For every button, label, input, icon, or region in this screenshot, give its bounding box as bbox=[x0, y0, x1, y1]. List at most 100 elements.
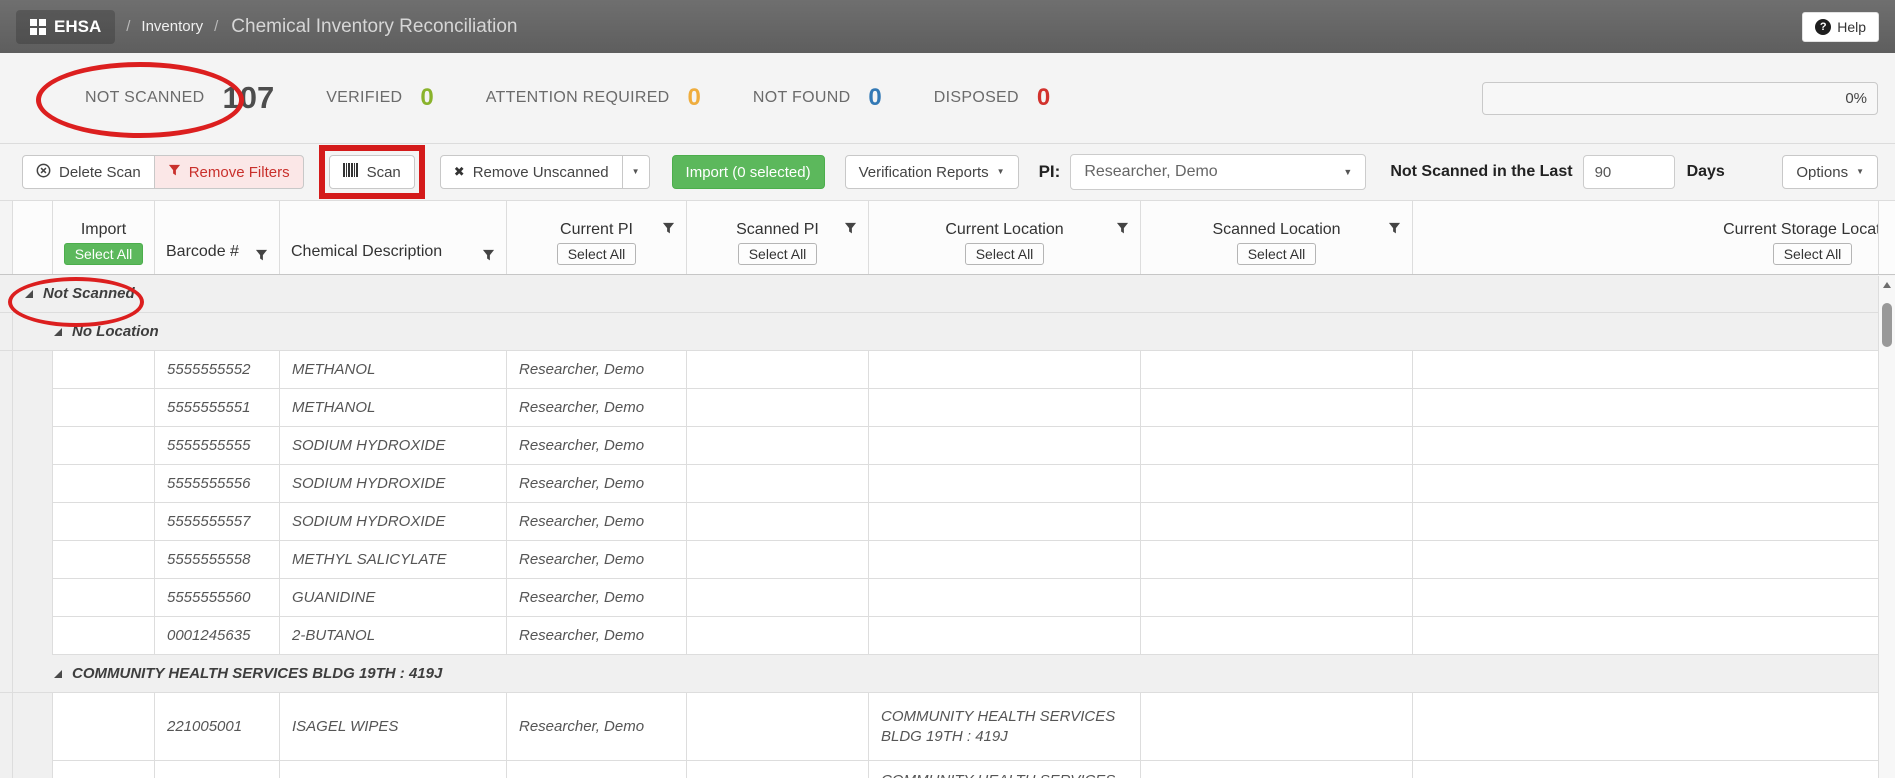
row-indent-cell bbox=[13, 427, 53, 465]
group-label: COMMUNITY HEALTH SERVICES BLDG 19TH : 41… bbox=[72, 665, 443, 682]
barcode-icon bbox=[342, 163, 359, 181]
grid-body: Not Scanned No Location 5555555552 METHANOL… bbox=[0, 275, 1878, 778]
cell-current-pi: Researcher, Demo bbox=[507, 465, 687, 503]
stat-value: 0 bbox=[868, 84, 882, 111]
table-row[interactable]: 5555555555 SODIUM HYDROXIDE Researcher, De… bbox=[0, 427, 1878, 465]
brand-text: EHSA bbox=[54, 16, 102, 36]
table-row[interactable]: 5555555558 METHYL SALICYLATE Researcher, D… bbox=[0, 541, 1878, 579]
column-header-label: Scanned PI bbox=[736, 221, 819, 238]
stat-not-found: NOT FOUND 0 bbox=[753, 84, 882, 112]
cell-scanned-pi bbox=[687, 465, 869, 503]
remove-unscanned-label: Remove Unscanned bbox=[472, 163, 609, 181]
row-indent-cell bbox=[0, 503, 13, 541]
app-logo[interactable]: EHSA bbox=[16, 9, 116, 44]
cell-current-storage bbox=[1413, 351, 1878, 389]
cell-current-pi: Researcher, Demo bbox=[507, 693, 687, 761]
not-scanned-in-last-label: Not Scanned in the Last bbox=[1390, 163, 1573, 180]
verification-reports-button[interactable]: Verification Reports ▼ bbox=[844, 155, 1019, 189]
scan-button[interactable]: Scan bbox=[328, 155, 415, 189]
scroll-up-button[interactable] bbox=[1879, 276, 1895, 293]
cell-current-storage bbox=[1413, 389, 1878, 427]
cell-scanned-location bbox=[1141, 693, 1413, 761]
group-indent-cell bbox=[0, 655, 13, 692]
cell-barcode: 221005001 bbox=[155, 693, 280, 761]
table-row[interactable]: 5555555552 METHANOL Researcher, Demo bbox=[0, 351, 1878, 389]
filter-icon[interactable] bbox=[1388, 222, 1401, 235]
filter-icon[interactable] bbox=[482, 249, 495, 262]
cell-barcode: 5555555551 bbox=[155, 389, 280, 427]
group-row-not-scanned[interactable]: Not Scanned bbox=[0, 275, 1878, 313]
cell-current-pi: Researcher, Demo bbox=[507, 503, 687, 541]
chevron-down-icon: ▼ bbox=[996, 167, 1005, 176]
select-all-import[interactable]: Select All bbox=[63, 243, 144, 265]
table-row[interactable]: 0001245635 2-BUTANOL Researcher, Demo bbox=[0, 617, 1878, 655]
table-row[interactable]: 5555555560 GUANIDINE Researcher, Demo bbox=[0, 579, 1878, 617]
group-row-location-0[interactable]: No Location bbox=[0, 313, 1878, 351]
help-button[interactable]: ? Help bbox=[1802, 11, 1879, 42]
help-label: Help bbox=[1837, 18, 1866, 35]
filter-icon[interactable] bbox=[844, 222, 857, 235]
cell-current-pi: Researcher, Demo bbox=[507, 427, 687, 465]
remove-unscanned-button[interactable]: ✖ Remove Unscanned bbox=[439, 155, 623, 189]
cell-scanned-pi bbox=[687, 693, 869, 761]
cell-scanned-pi bbox=[687, 427, 869, 465]
table-row[interactable]: 5555555556 SODIUM HYDROXIDE Researcher, De… bbox=[0, 465, 1878, 503]
cell-current-storage bbox=[1413, 579, 1878, 617]
cell-current-pi: Researcher, Demo bbox=[507, 389, 687, 427]
cell-scanned-pi bbox=[687, 761, 869, 778]
collapse-icon[interactable] bbox=[53, 669, 63, 679]
group-indent-cell bbox=[0, 313, 13, 350]
column-header-import: Import Select All bbox=[53, 201, 155, 274]
column-header-current-pi: Current PI Select All bbox=[507, 201, 687, 274]
import-button[interactable]: Import (0 selected) bbox=[671, 155, 825, 189]
options-button[interactable]: Options ▼ bbox=[1782, 155, 1878, 189]
pi-select[interactable]: Researcher, Demo ▼ bbox=[1070, 154, 1367, 190]
column-header-scanned-pi: Scanned PI Select All bbox=[687, 201, 869, 274]
table-row[interactable]: 5555555551 METHANOL Researcher, Demo bbox=[0, 389, 1878, 427]
scrollbar-thumb[interactable] bbox=[1882, 303, 1892, 347]
column-header-label: Chemical Description bbox=[291, 243, 443, 260]
column-header-current-storage: Current Storage Location Select All bbox=[1413, 201, 1878, 274]
group-indent-column bbox=[0, 201, 13, 274]
table-row[interactable]: 221005001 ISAGEL WIPES Researcher, Demo COM… bbox=[0, 693, 1878, 761]
group-label: Not Scanned bbox=[43, 285, 135, 302]
column-header-barcode: Barcode # bbox=[155, 201, 280, 274]
cell-scanned-pi bbox=[687, 389, 869, 427]
vertical-scrollbar[interactable] bbox=[1878, 276, 1895, 778]
filter-icon[interactable] bbox=[255, 249, 268, 262]
row-indent-cell bbox=[13, 503, 53, 541]
column-header-scanned-location: Scanned Location Select All bbox=[1141, 201, 1413, 274]
select-all-current-storage[interactable]: Select All bbox=[1772, 243, 1853, 265]
cell-chemical: METHANOL bbox=[280, 389, 507, 427]
select-all-current-location[interactable]: Select All bbox=[964, 243, 1045, 265]
delete-scan-button[interactable]: Delete Scan bbox=[22, 155, 155, 189]
table-row[interactable]: 5555555557 SODIUM HYDROXIDE Researcher, De… bbox=[0, 503, 1878, 541]
row-indent-cell bbox=[0, 541, 13, 579]
progress-percent: 0% bbox=[1845, 90, 1867, 107]
remove-unscanned-dropdown-button[interactable]: ▼ bbox=[621, 155, 650, 189]
filter-icon[interactable] bbox=[662, 222, 675, 235]
cell-scanned-location bbox=[1141, 761, 1413, 778]
breadcrumb-inventory[interactable]: Inventory bbox=[141, 18, 203, 35]
filter-icon[interactable] bbox=[1116, 222, 1129, 235]
select-all-scanned-pi[interactable]: Select All bbox=[737, 243, 818, 265]
grid-header: Import Select All Barcode # Chemical Descri… bbox=[0, 201, 1895, 275]
collapse-icon[interactable] bbox=[24, 289, 34, 299]
days-input[interactable] bbox=[1582, 155, 1675, 189]
cell-current-storage bbox=[1413, 617, 1878, 655]
cell-barcode: 5555555555 bbox=[155, 427, 280, 465]
select-all-current-pi[interactable]: Select All bbox=[556, 243, 637, 265]
row-indent-cell bbox=[13, 693, 53, 761]
table-row[interactable]: COMMUNITY HEALTH SERVICES BLDG 19TH : 41… bbox=[0, 761, 1878, 778]
group-row-location-1[interactable]: COMMUNITY HEALTH SERVICES BLDG 19TH : 41… bbox=[0, 655, 1878, 693]
row-indent-cell bbox=[0, 693, 13, 761]
remove-filters-button[interactable]: Remove Filters bbox=[153, 155, 304, 189]
grid-icon bbox=[30, 18, 46, 35]
cell-barcode: 5555555556 bbox=[155, 465, 280, 503]
select-all-scanned-location[interactable]: Select All bbox=[1236, 243, 1317, 265]
stat-label: NOT FOUND bbox=[752, 89, 851, 106]
collapse-icon[interactable] bbox=[53, 327, 63, 337]
filter-icon bbox=[168, 164, 181, 181]
cell-current-location: COMMUNITY HEALTH SERVICES BLDG 19TH : 41… bbox=[869, 693, 1141, 761]
stat-label: NOT SCANNED bbox=[85, 89, 205, 106]
